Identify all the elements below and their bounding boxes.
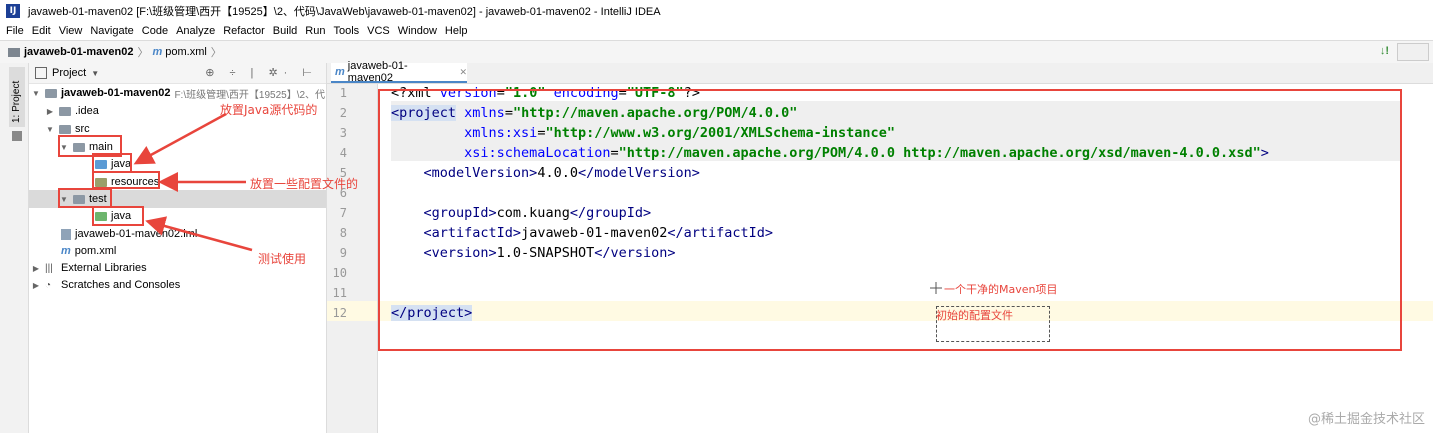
annotation-test-use: 测试使用 bbox=[258, 252, 307, 266]
arrow-to-test-java bbox=[145, 216, 253, 252]
watermark: @稀土掘金技术社区 bbox=[1307, 412, 1425, 427]
annotation-config-files: 放置一些配置文件的 bbox=[250, 177, 359, 191]
annotation-clean-maven: 一个干净的Maven项目 bbox=[944, 283, 1058, 296]
annotation-java-source: 放置Java源代码的 bbox=[220, 103, 318, 117]
annotation-initial-config: 初始的配置文件 bbox=[936, 309, 1013, 322]
annotation-arrows bbox=[133, 112, 942, 294]
arrow-to-java bbox=[133, 112, 227, 165]
